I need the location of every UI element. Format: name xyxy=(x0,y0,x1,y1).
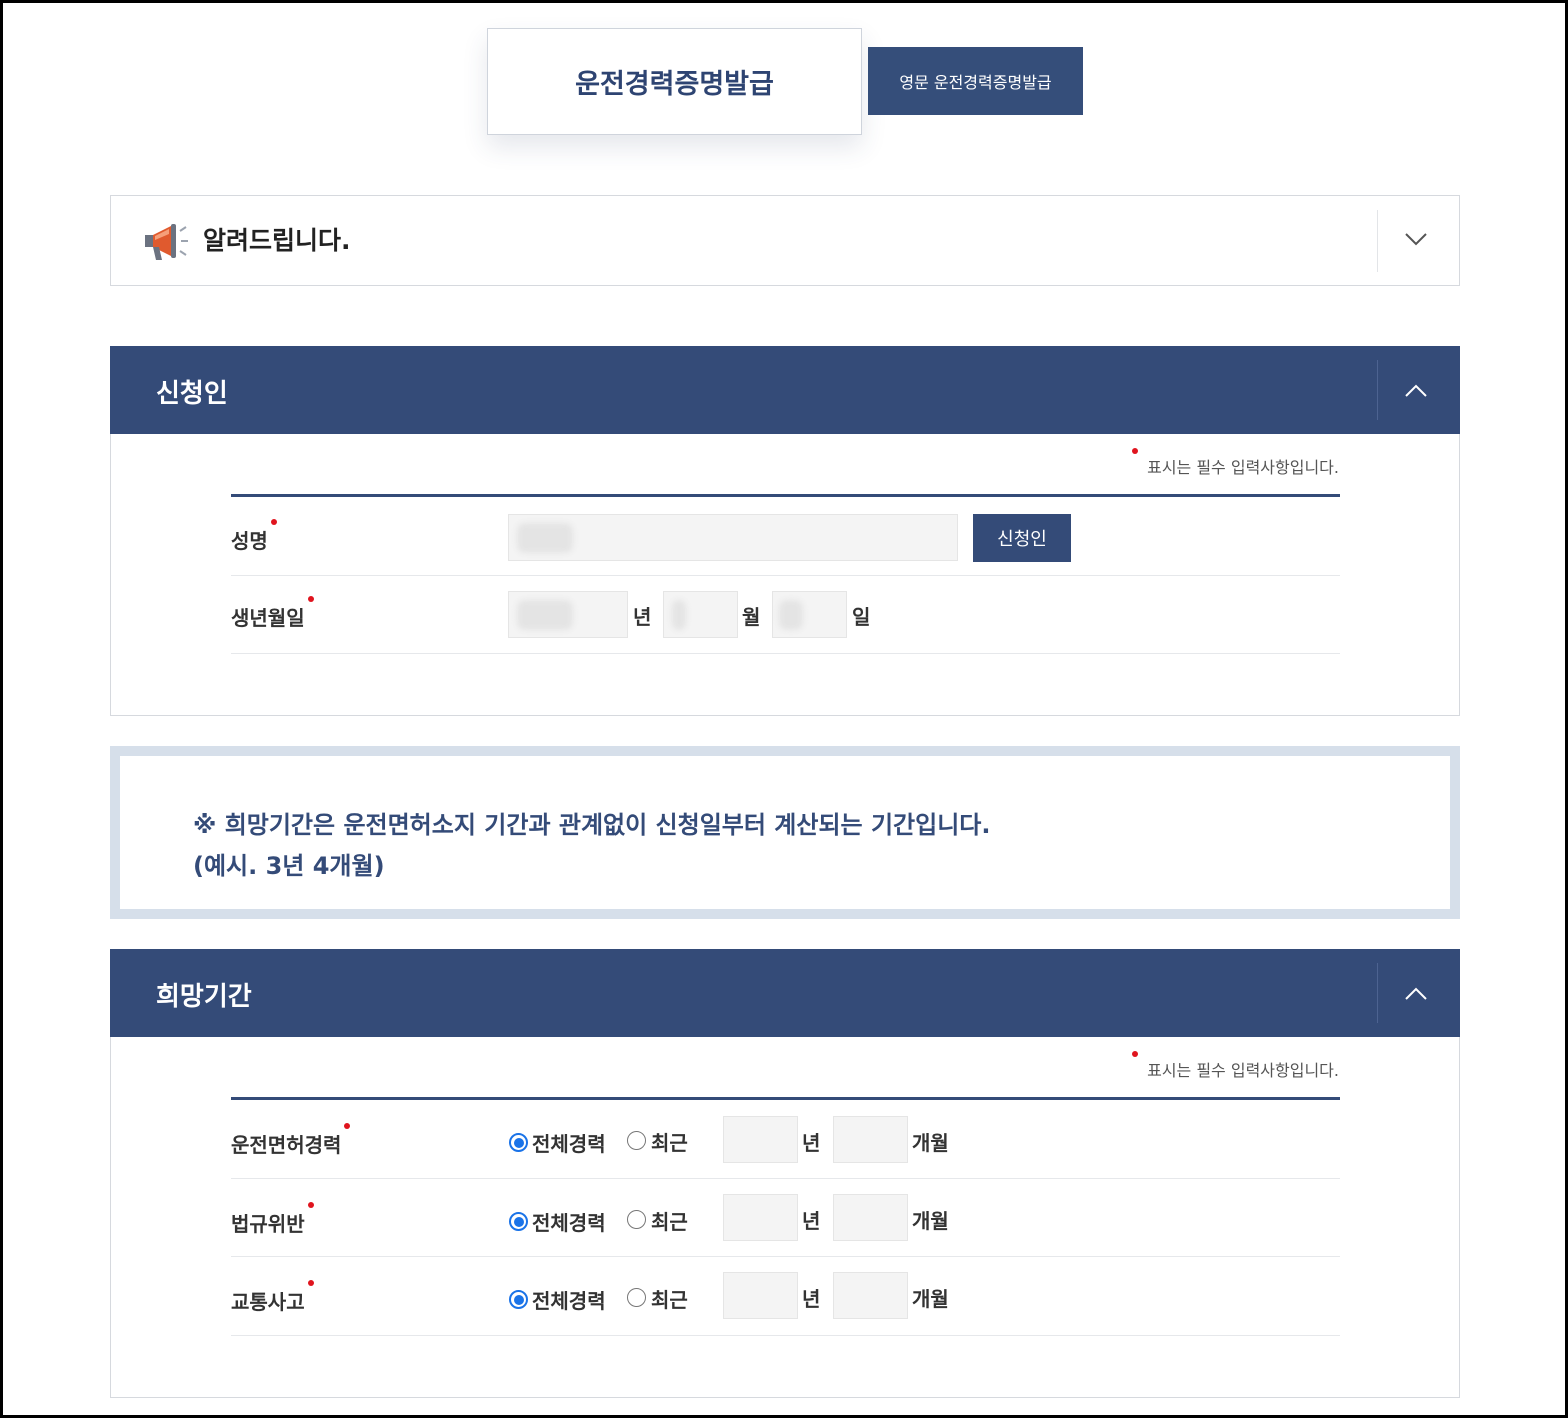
info-line-2: (예시. 3년 4개월) xyxy=(193,852,385,880)
years-unit: 년 xyxy=(802,1287,821,1311)
chevron-down-icon[interactable] xyxy=(1401,224,1431,254)
required-dot xyxy=(1132,1051,1139,1057)
violations-label: 법규위반 xyxy=(231,1202,314,1237)
applicant-button[interactable]: 신청인 xyxy=(973,514,1071,562)
months-unit: 개월 xyxy=(912,1209,949,1233)
section-divider xyxy=(1377,360,1378,420)
months-input[interactable] xyxy=(833,1194,908,1241)
redacted-day xyxy=(779,600,803,630)
license-history-label: 운전면허경력 xyxy=(231,1123,351,1158)
all-history-label: 전체경력 xyxy=(532,1211,606,1235)
year-unit: 년 xyxy=(633,605,652,629)
birth-month-input[interactable] xyxy=(663,591,738,638)
required-note: 표시는 필수 입력사항입니다. xyxy=(1132,1051,1339,1081)
birthdate-label: 생년월일 xyxy=(231,596,314,631)
redacted-month xyxy=(672,600,686,630)
name-input[interactable] xyxy=(508,514,958,561)
period-section-title: 희망기간 xyxy=(156,982,252,1012)
month-unit: 월 xyxy=(742,605,761,629)
applicant-section-body: 표시는 필수 입력사항입니다. 성명 신청인 생년월일 년 월 일 xyxy=(110,434,1460,716)
info-line-1: ※ 희망기간은 운전면허소지 기간과 관계없이 신청일부터 계산되는 기간입니다… xyxy=(193,811,991,839)
applicant-form-table: 성명 신청인 생년월일 년 월 일 xyxy=(231,494,1340,654)
months-input[interactable] xyxy=(833,1116,908,1163)
period-section-header[interactable]: 희망기간 xyxy=(110,949,1460,1037)
required-dot xyxy=(307,1202,314,1208)
years-unit: 년 xyxy=(802,1209,821,1233)
required-dot xyxy=(270,519,277,525)
years-input[interactable] xyxy=(723,1116,798,1163)
recent-label: 최근 xyxy=(651,1210,688,1234)
period-section-body: 표시는 필수 입력사항입니다. 운전면허경력 전체경력 최근 년 개월 법규위반… xyxy=(110,1037,1460,1398)
notice-accordion[interactable]: 알려드립니다. xyxy=(110,195,1460,286)
name-label: 성명 xyxy=(231,519,277,554)
name-row: 성명 신청인 xyxy=(231,497,1340,576)
license-history-row: 운전면허경력 전체경력 최근 년 개월 xyxy=(231,1100,1340,1179)
redacted-year xyxy=(517,600,573,630)
applicant-section-header[interactable]: 신청인 xyxy=(110,346,1460,434)
tab-driving-record-certificate[interactable]: 운전경력증명발급 xyxy=(487,28,862,135)
required-dot xyxy=(307,1280,314,1286)
accidents-row: 교통사고 전체경력 최근 년 개월 xyxy=(231,1257,1340,1336)
birthdate-row: 생년월일 년 월 일 xyxy=(231,576,1340,654)
recent-radio[interactable] xyxy=(627,1288,646,1307)
accidents-label: 교통사고 xyxy=(231,1280,314,1315)
years-input[interactable] xyxy=(723,1194,798,1241)
birth-day-input[interactable] xyxy=(772,591,847,638)
applicant-section-title: 신청인 xyxy=(156,379,228,409)
redacted-name xyxy=(517,523,573,553)
recent-radio[interactable] xyxy=(627,1131,646,1150)
notice-title: 알려드립니다. xyxy=(203,226,351,255)
recent-label: 최근 xyxy=(651,1131,688,1155)
all-history-radio[interactable] xyxy=(509,1290,528,1309)
years-input[interactable] xyxy=(723,1272,798,1319)
info-box: ※ 희망기간은 운전면허소지 기간과 관계없이 신청일부터 계산되는 기간입니다… xyxy=(110,746,1460,919)
violations-row: 법규위반 전체경력 최근 년 개월 xyxy=(231,1179,1340,1257)
years-unit: 년 xyxy=(802,1131,821,1155)
all-history-radio[interactable] xyxy=(509,1212,528,1231)
all-history-radio[interactable] xyxy=(509,1133,528,1152)
chevron-up-icon[interactable] xyxy=(1401,979,1431,1009)
section-divider xyxy=(1377,963,1378,1023)
required-dot xyxy=(344,1123,351,1129)
recent-radio[interactable] xyxy=(627,1210,646,1229)
required-dot xyxy=(307,596,314,602)
birth-year-input[interactable] xyxy=(508,591,628,638)
recent-label: 최근 xyxy=(651,1288,688,1312)
months-unit: 개월 xyxy=(912,1131,949,1155)
months-unit: 개월 xyxy=(912,1287,949,1311)
all-history-label: 전체경력 xyxy=(532,1132,606,1156)
required-note: 표시는 필수 입력사항입니다. xyxy=(1132,448,1339,478)
notice-divider xyxy=(1377,210,1378,272)
chevron-up-icon[interactable] xyxy=(1401,376,1431,406)
required-dot xyxy=(1132,448,1139,454)
day-unit: 일 xyxy=(852,605,871,629)
tab-english-driving-record-certificate[interactable]: 영문 운전경력증명발급 xyxy=(868,47,1083,115)
period-form-table: 운전면허경력 전체경력 최근 년 개월 법규위반 전체경력 최근 년 개월 교통… xyxy=(231,1097,1340,1336)
months-input[interactable] xyxy=(833,1272,908,1319)
megaphone-icon xyxy=(145,224,188,260)
all-history-label: 전체경력 xyxy=(532,1289,606,1313)
